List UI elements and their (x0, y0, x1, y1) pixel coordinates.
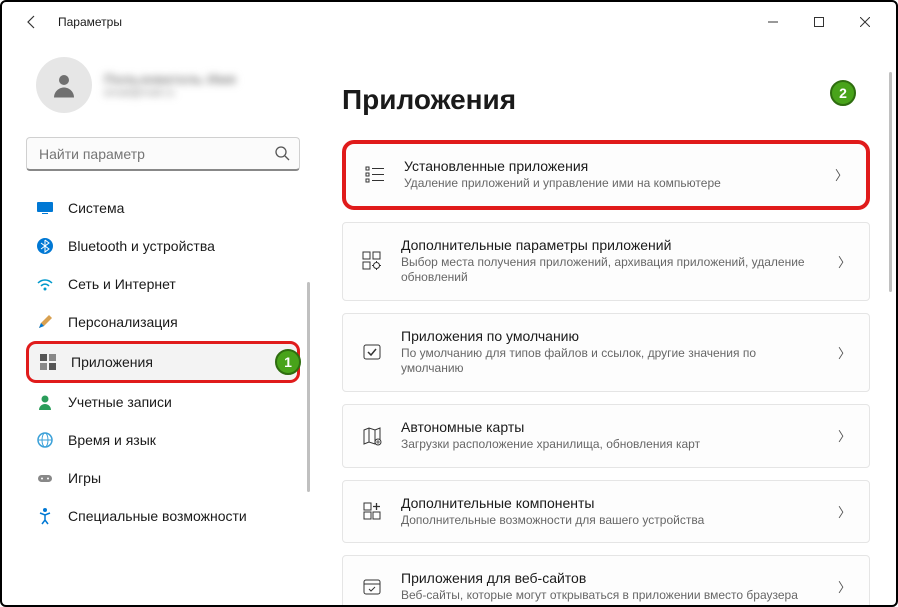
main-scrollbar[interactable] (889, 72, 892, 292)
sidebar-scrollbar[interactable] (307, 282, 310, 492)
card-desc: Дополнительные возможности для вашего ус… (401, 513, 820, 529)
window-title: Параметры (58, 15, 122, 29)
display-icon (36, 199, 54, 217)
sidebar-item-label: Bluetooth и устройства (68, 238, 215, 254)
card-desc: Загрузки расположение хранилища, обновле… (401, 437, 820, 453)
sidebar: Пользователь Имя email@mail.ru Система B… (2, 42, 312, 605)
chevron-right-icon: 〉 (838, 502, 851, 521)
sidebar-item-label: Персонализация (68, 314, 178, 330)
person-icon (36, 393, 54, 411)
card-title: Приложения для веб-сайтов (401, 570, 820, 586)
apps-icon (39, 353, 57, 371)
titlebar: Параметры (2, 2, 896, 42)
sidebar-item-label: Учетные записи (68, 394, 172, 410)
sidebar-item-accessibility[interactable]: Специальные возможности (26, 497, 300, 535)
apps-gear-icon (361, 250, 383, 272)
main-content: 2 Приложения Установленные приложения Уд… (312, 42, 896, 605)
sidebar-item-label: Специальные возможности (68, 508, 247, 524)
card-title: Дополнительные компоненты (401, 495, 820, 511)
sidebar-item-label: Игры (68, 470, 101, 486)
profile-email: email@mail.ru (104, 87, 236, 99)
card-offline-maps[interactable]: Автономные карты Загрузки расположение х… (342, 404, 870, 468)
card-default-apps[interactable]: Приложения по умолчанию По умолчанию для… (342, 313, 870, 392)
close-button[interactable] (842, 6, 888, 38)
avatar (36, 57, 92, 113)
profile-name: Пользователь Имя (104, 71, 236, 87)
card-title: Приложения по умолчанию (401, 328, 820, 344)
wifi-icon (36, 275, 54, 293)
sidebar-item-label: Система (68, 200, 124, 216)
chevron-right-icon: 〉 (838, 343, 851, 362)
card-advanced-app-settings[interactable]: Дополнительные параметры приложений Выбо… (342, 222, 870, 301)
card-title: Автономные карты (401, 419, 820, 435)
sidebar-item-time-language[interactable]: Время и язык (26, 421, 300, 459)
annotation-badge-2: 2 (830, 80, 856, 106)
sidebar-item-system[interactable]: Система (26, 189, 300, 227)
card-title: Установленные приложения (404, 158, 817, 174)
sidebar-item-label: Время и язык (68, 432, 156, 448)
maximize-button[interactable] (796, 6, 842, 38)
sidebar-item-label: Приложения (71, 354, 153, 370)
annotation-badge-1: 1 (275, 349, 301, 375)
profile-section[interactable]: Пользователь Имя email@mail.ru (26, 42, 300, 133)
card-desc: По умолчанию для типов файлов и ссылок, … (401, 346, 820, 377)
card-installed-apps[interactable]: Установленные приложения Удаление прилож… (342, 140, 870, 210)
card-apps-for-websites[interactable]: Приложения для веб-сайтов Веб-сайты, кот… (342, 555, 870, 605)
sidebar-item-bluetooth[interactable]: Bluetooth и устройства (26, 227, 300, 265)
accessibility-icon (36, 507, 54, 525)
sidebar-item-apps[interactable]: Приложения 1 (26, 341, 300, 383)
sidebar-item-accounts[interactable]: Учетные записи (26, 383, 300, 421)
search-container (26, 137, 300, 171)
card-desc: Удаление приложений и управление ими на … (404, 176, 817, 192)
card-desc: Выбор места получения приложений, архива… (401, 255, 820, 286)
gamepad-icon (36, 469, 54, 487)
sidebar-item-label: Сеть и Интернет (68, 276, 176, 292)
back-button[interactable] (14, 4, 50, 40)
window-controls (750, 6, 888, 38)
card-optional-features[interactable]: Дополнительные компоненты Дополнительные… (342, 480, 870, 544)
chevron-right-icon: 〉 (835, 165, 848, 184)
chevron-right-icon: 〉 (838, 252, 851, 271)
search-input[interactable] (26, 137, 300, 171)
chevron-right-icon: 〉 (838, 577, 851, 596)
add-feature-icon (361, 500, 383, 522)
bluetooth-icon (36, 237, 54, 255)
minimize-button[interactable] (750, 6, 796, 38)
default-apps-icon (361, 341, 383, 363)
sidebar-item-personalization[interactable]: Персонализация (26, 303, 300, 341)
map-icon (361, 425, 383, 447)
brush-icon (36, 313, 54, 331)
website-app-icon (361, 576, 383, 598)
list-icon (364, 164, 386, 186)
card-title: Дополнительные параметры приложений (401, 237, 820, 253)
sidebar-item-network[interactable]: Сеть и Интернет (26, 265, 300, 303)
card-desc: Веб-сайты, которые могут открываться в п… (401, 588, 820, 604)
globe-icon (36, 431, 54, 449)
sidebar-item-gaming[interactable]: Игры (26, 459, 300, 497)
page-title: Приложения (342, 84, 870, 116)
chevron-right-icon: 〉 (838, 426, 851, 445)
search-icon (274, 145, 290, 164)
